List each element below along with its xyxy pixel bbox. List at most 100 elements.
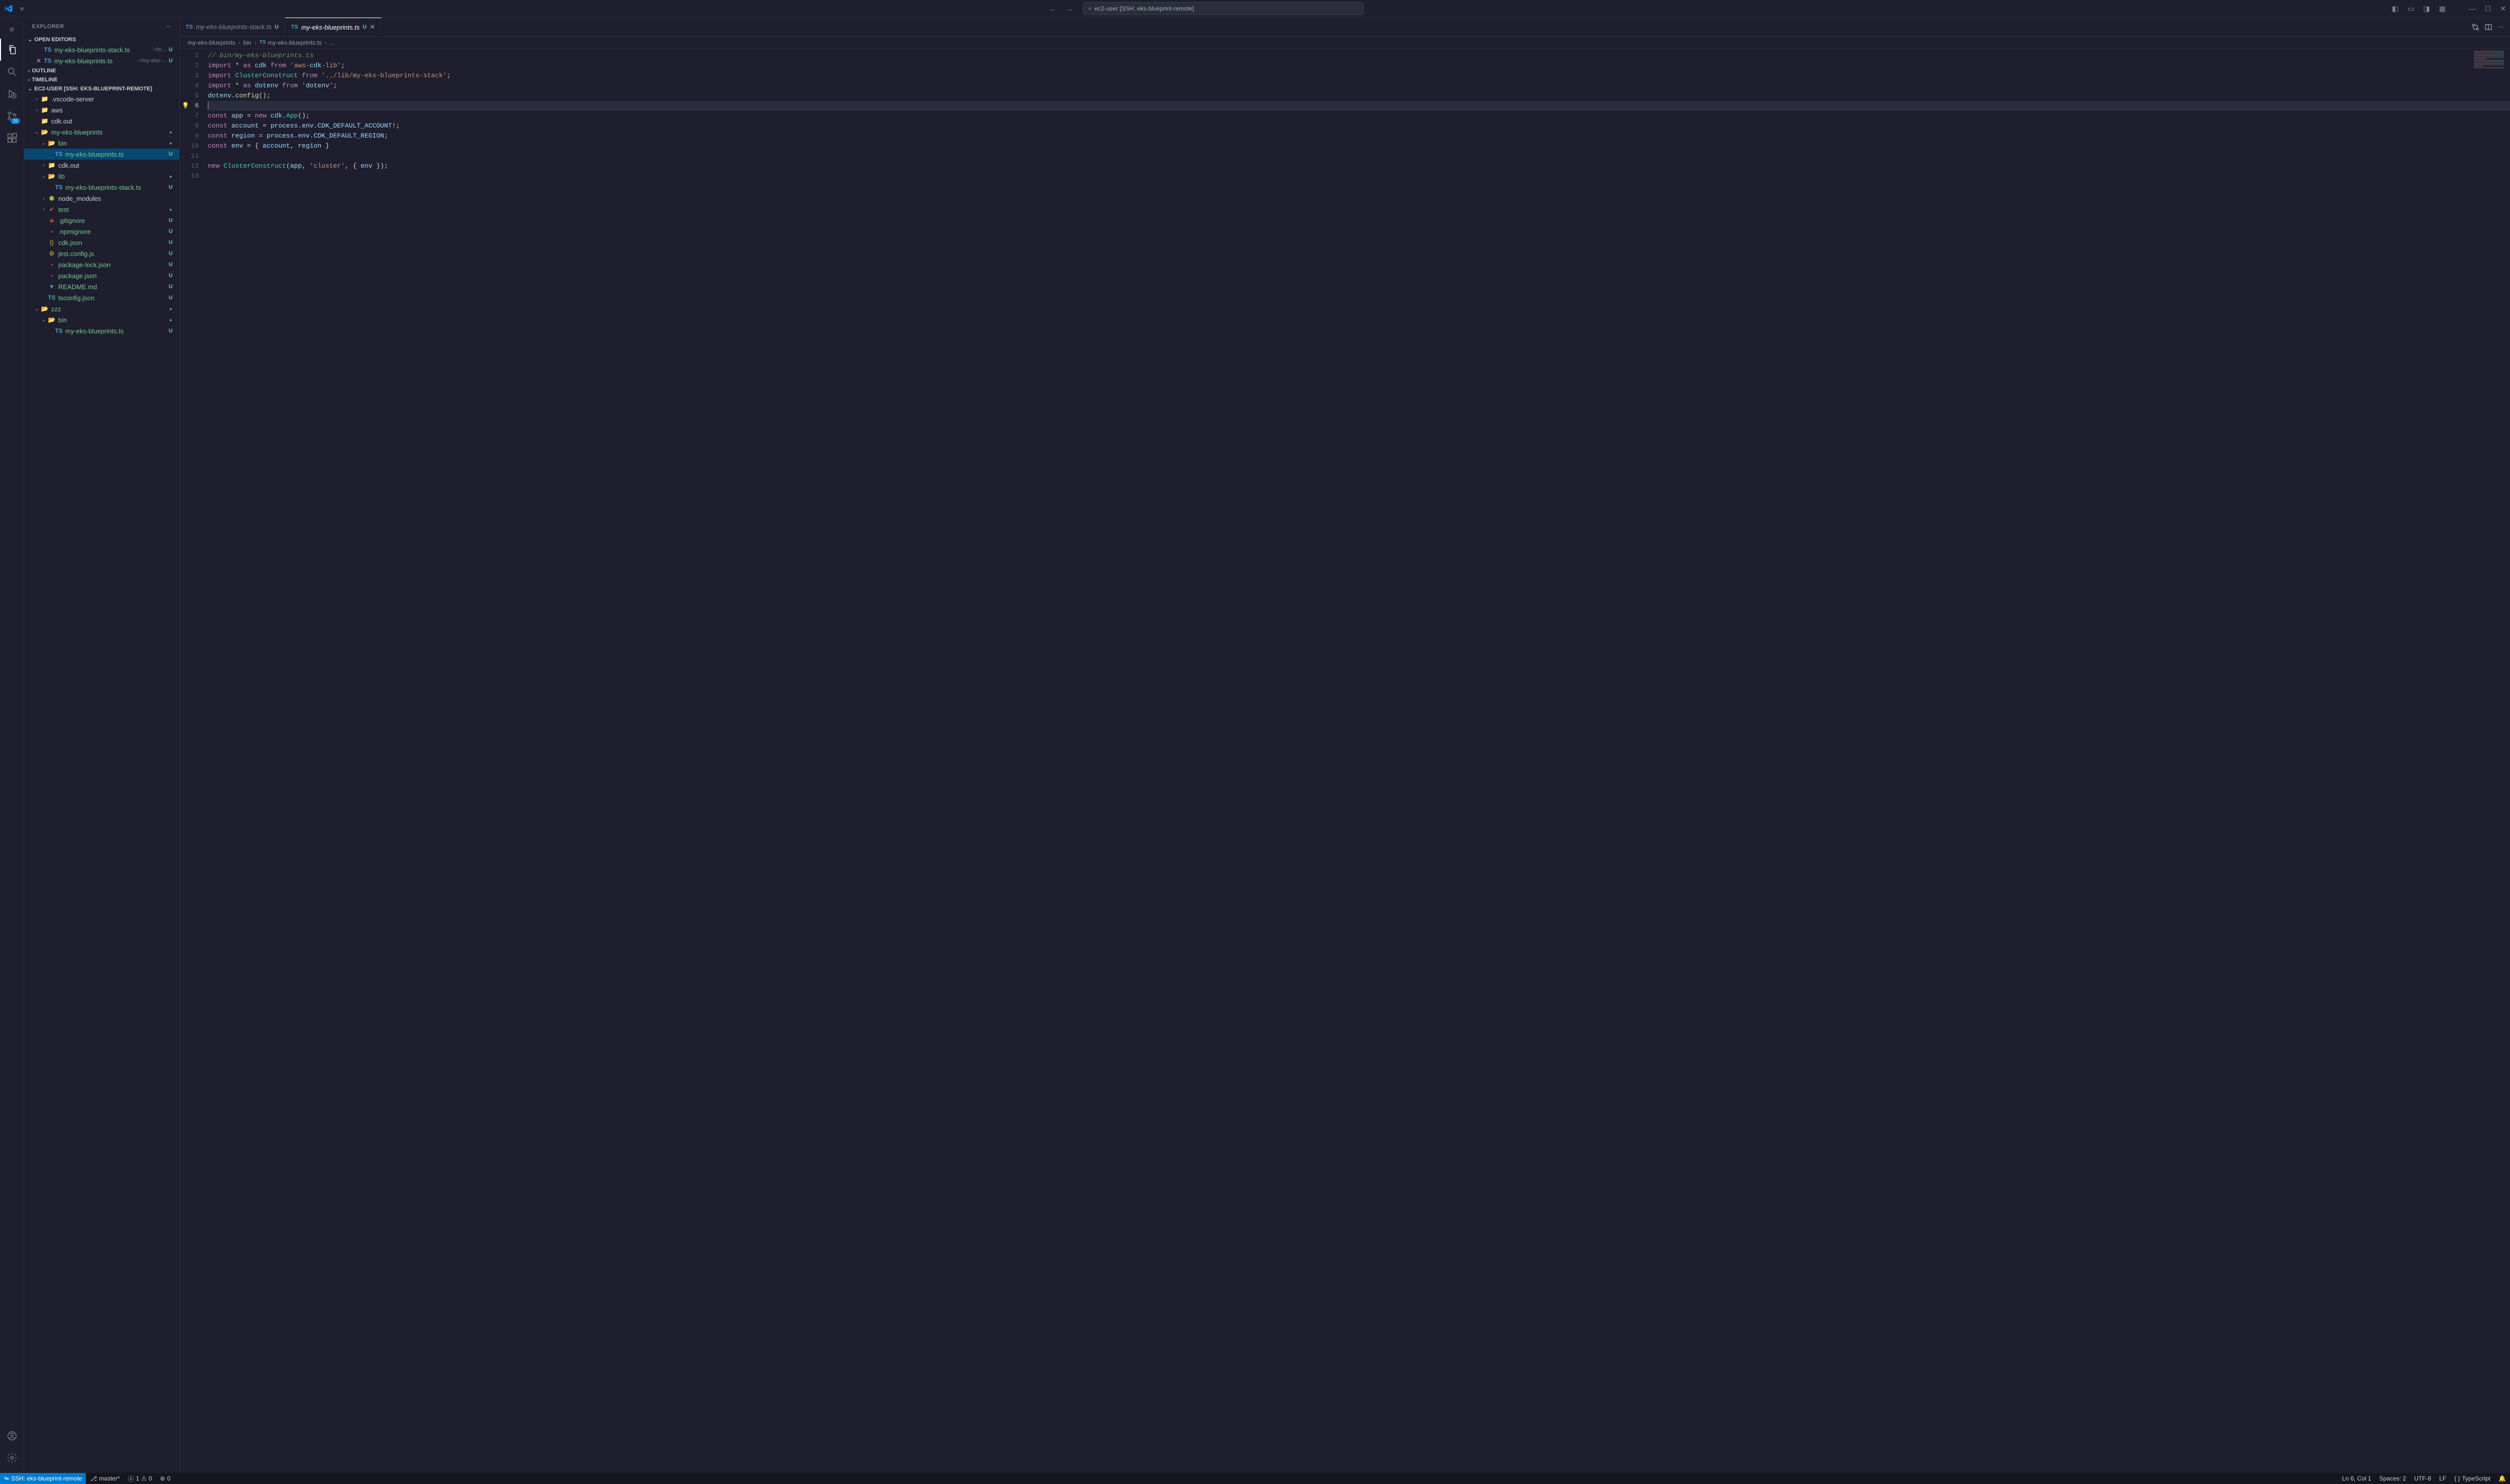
- tree-folder[interactable]: ⌄📂zzz: [24, 303, 179, 314]
- tree-folder[interactable]: ›✔test: [24, 204, 179, 215]
- chevron-right-icon: ›: [28, 68, 30, 74]
- notifications-icon[interactable]: 🔔: [2494, 1475, 2510, 1482]
- tree-file[interactable]: ▪package-lock.jsonU: [24, 259, 179, 270]
- settings-gear-icon[interactable]: [0, 1447, 24, 1469]
- ports-status[interactable]: ⊚0: [156, 1475, 175, 1482]
- tree-folder[interactable]: ⌄📂bin: [24, 138, 179, 149]
- source-control-icon[interactable]: 25: [0, 105, 24, 127]
- sidebar-header: EXPLORER ⋯: [24, 18, 179, 35]
- file-tree: ›📁.vscode-server ›📁aws 📁cdk.out ⌄📂my-eks…: [24, 93, 179, 336]
- indentation-status[interactable]: Spaces: 2: [2375, 1475, 2410, 1482]
- npm-file-icon: ▪: [47, 272, 56, 279]
- modified-dot-icon: [166, 129, 175, 135]
- editor-tab[interactable]: TS my-eks-blueprints.ts U ✕: [285, 18, 382, 36]
- window-maximize-icon[interactable]: ☐: [2485, 5, 2491, 13]
- tree-file[interactable]: TSmy-eks-blueprints.tsU: [24, 325, 179, 336]
- tree-folder[interactable]: ›📁cdk.out: [24, 160, 179, 171]
- test-folder-icon: ✔: [47, 206, 56, 213]
- vscode-logo-icon: [4, 4, 17, 13]
- tab-close-icon[interactable]: ✕: [369, 23, 375, 31]
- sidebar: EXPLORER ⋯ ⌄ OPEN EDITORS TS my-eks-blue…: [24, 18, 180, 1473]
- open-editors-header[interactable]: ⌄ OPEN EDITORS: [24, 35, 179, 44]
- cursor-position[interactable]: Ln 6, Col 1: [2338, 1475, 2375, 1482]
- tree-file[interactable]: ⚙jest.config.jsU: [24, 248, 179, 259]
- branch-icon: ⎇: [90, 1475, 97, 1482]
- tree-folder[interactable]: ⌄📂bin: [24, 314, 179, 325]
- close-editor-icon[interactable]: ✕: [35, 57, 42, 64]
- outline-header[interactable]: › OUTLINE: [24, 66, 179, 75]
- problems-status[interactable]: ⓧ1 ⚠0: [124, 1474, 156, 1483]
- layout-primary-icon[interactable]: ◧: [2392, 5, 2399, 13]
- extensions-icon[interactable]: [0, 127, 24, 149]
- chevron-right-icon: ›: [28, 77, 30, 83]
- ts-file-icon: TS: [43, 46, 52, 53]
- layout-secondary-icon[interactable]: ◨: [2423, 5, 2430, 13]
- tree-file[interactable]: ▼README.mdU: [24, 281, 179, 292]
- folder-open-icon: 📂: [47, 173, 56, 180]
- language-mode[interactable]: { } TypeScript: [2450, 1475, 2494, 1482]
- radio-tower-icon: ⊚: [160, 1475, 165, 1482]
- window-close-icon[interactable]: ✕: [2500, 5, 2506, 13]
- node-modules-icon: ⬢: [47, 195, 56, 202]
- tree-folder[interactable]: ⌄📂lib: [24, 171, 179, 182]
- tree-file[interactable]: ▪.npmignoreU: [24, 226, 179, 237]
- minimap[interactable]: [2474, 51, 2504, 66]
- editor-tabs: TS my-eks-blueprints-stack.ts U TS my-ek…: [180, 18, 2510, 37]
- line-numbers: 12345💡678910111213: [180, 49, 208, 1473]
- run-debug-icon[interactable]: [0, 83, 24, 105]
- tree-file[interactable]: TStsconfig.jsonU: [24, 292, 179, 303]
- nav-forward-icon[interactable]: →: [1062, 3, 1077, 15]
- tree-folder[interactable]: ⌄📂my-eks-blueprints: [24, 127, 179, 138]
- tree-folder[interactable]: ›⬢node_modules: [24, 193, 179, 204]
- split-editor-icon[interactable]: [2484, 23, 2492, 31]
- more-actions-icon[interactable]: ⋯: [2497, 23, 2504, 31]
- chevron-right-icon: ›: [238, 39, 240, 46]
- tree-file[interactable]: {}cdk.jsonU: [24, 237, 179, 248]
- layout-panel-icon[interactable]: ▭: [2408, 5, 2414, 13]
- open-editor-item[interactable]: TS my-eks-blueprints-stack.ts ~/m... U: [24, 44, 179, 55]
- layout-customize-icon[interactable]: ▦: [2439, 5, 2445, 13]
- code-content[interactable]: // bin/my-eks-blueprints.tsimport * as c…: [208, 49, 2510, 1473]
- tree-file[interactable]: ▪package.jsonU: [24, 270, 179, 281]
- breadcrumbs[interactable]: my-eks-blueprints › bin › TS my-eks-blue…: [180, 37, 2510, 49]
- ts-file-icon: TS: [47, 294, 56, 301]
- workspace-header[interactable]: ⌄ EC2-USER [SSH: EKS-BLUEPRINT-REMOTE]: [24, 84, 179, 93]
- open-editor-item[interactable]: ✕ TS my-eks-blueprints.ts ~/my-eks-... U: [24, 55, 179, 66]
- search-activity-icon[interactable]: [0, 61, 24, 83]
- command-center[interactable]: ⌕ ec2-user [SSH: eks-blueprint-remote]: [1083, 2, 1364, 15]
- tree-folder[interactable]: ›📁aws: [24, 104, 179, 115]
- ts-file-icon: TS: [186, 24, 193, 30]
- search-icon: ⌕: [1088, 6, 1091, 12]
- remote-indicator[interactable]: ⇋ SSH: eks-blueprint-remote: [0, 1473, 86, 1484]
- nav-back-icon[interactable]: ←: [1046, 3, 1060, 15]
- ts-file-icon: TS: [43, 57, 52, 64]
- encoding-status[interactable]: UTF-8: [2410, 1475, 2435, 1482]
- window-minimize-icon[interactable]: —: [2469, 5, 2476, 13]
- editor-body[interactable]: 12345💡678910111213 // bin/my-eks-bluepri…: [180, 49, 2510, 1473]
- editor-tab[interactable]: TS my-eks-blueprints-stack.ts U: [180, 18, 285, 36]
- activitybar: ≡ 25: [0, 18, 24, 1473]
- statusbar: ⇋ SSH: eks-blueprint-remote ⎇ master* ⓧ1…: [0, 1473, 2510, 1484]
- js-file-icon: ⚙: [47, 250, 56, 257]
- explorer-icon[interactable]: [0, 39, 24, 61]
- accounts-icon[interactable]: [0, 1425, 24, 1447]
- sidebar-more-icon[interactable]: ⋯: [166, 23, 172, 30]
- folder-open-icon: 📂: [47, 140, 56, 147]
- remote-icon: ⇋: [4, 1475, 9, 1482]
- ts-file-icon: TS: [260, 40, 266, 45]
- ts-file-icon: TS: [54, 184, 63, 191]
- compare-changes-icon[interactable]: [2471, 23, 2479, 31]
- scm-badge: 25: [11, 118, 20, 124]
- tree-folder[interactable]: ›📁.vscode-server: [24, 93, 179, 104]
- main: ≡ 25 EXPLORER ⋯ ⌄: [0, 18, 2510, 1473]
- tree-file[interactable]: TSmy-eks-blueprints-stack.tsU: [24, 182, 179, 193]
- tree-file[interactable]: ◈.gitignoreU: [24, 215, 179, 226]
- eol-status[interactable]: LF: [2435, 1475, 2450, 1482]
- menu-icon[interactable]: ≡: [20, 5, 24, 13]
- chevron-right-icon: ›: [325, 39, 327, 46]
- menu-toggle-icon[interactable]: ≡: [0, 22, 24, 39]
- tree-folder[interactable]: 📁cdk.out: [24, 115, 179, 127]
- timeline-header[interactable]: › TIMELINE: [24, 75, 179, 84]
- git-branch[interactable]: ⎇ master*: [86, 1475, 123, 1482]
- tree-file[interactable]: TSmy-eks-blueprints.tsU: [24, 149, 179, 160]
